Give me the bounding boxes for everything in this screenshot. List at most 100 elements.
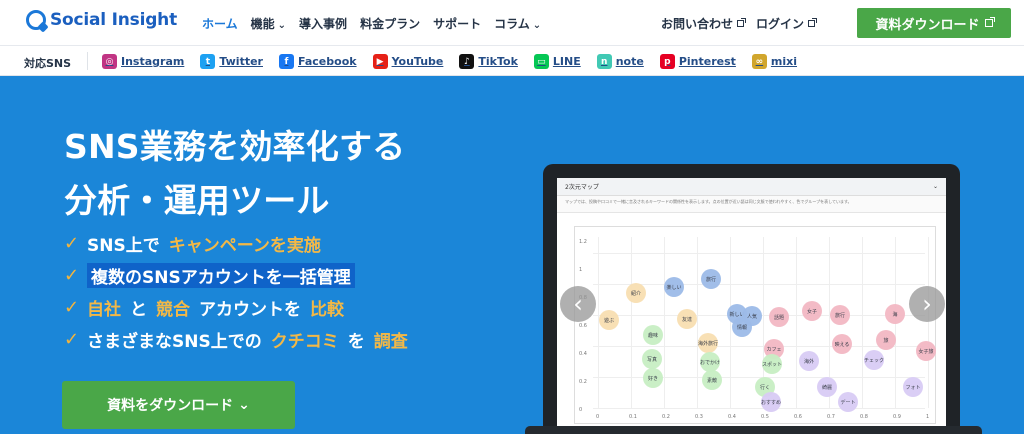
map-keyword-bubble[interactable]: 楽しい [664,277,684,297]
map-keyword-bubble[interactable]: 遊ぶ [599,310,619,330]
x-tick-label: 0.4 [728,414,736,420]
check-icon: ✓ [64,296,80,318]
check-icon: ✓ [64,328,80,350]
grid-line [593,253,925,254]
feature-text: アカウントを [199,299,301,320]
map-keyword-bubble[interactable]: 旅 [876,330,896,350]
sns-link-line[interactable]: ▭ LINE [533,54,581,69]
instagram-icon: ◎ [102,54,117,69]
y-tick-label: 0 [579,407,583,413]
map-keyword-bubble[interactable]: 旅行 [701,269,721,289]
check-icon: ✓ [64,264,80,286]
login-link[interactable]: ログイン [756,15,817,32]
grid-line [593,346,925,347]
line-icon: ▭ [533,54,549,69]
feature-text: を [347,331,365,352]
pinterest-icon: p [659,54,675,69]
social-insight-logo[interactable]: Social Insight [26,10,177,30]
nav-column[interactable]: コラム ⌄ [494,15,541,32]
carousel-next-button[interactable]: › [909,286,945,322]
youtube-icon: ▶ [372,54,388,69]
map-keyword-bubble[interactable]: 綺麗 [817,377,837,397]
sns-link-tiktok[interactable]: ♪ TikTok [459,54,518,69]
social-insight-logo-icon [26,10,46,30]
map-keyword-bubble[interactable]: 趣味 [643,325,663,345]
grid-line [928,237,929,408]
sns-link-youtube[interactable]: ▶ YouTube [372,54,443,69]
map-keyword-bubble[interactable]: 友達 [677,309,697,329]
chevron-down-icon: ⌄ [277,20,287,31]
sns-link-note[interactable]: n note [596,54,644,69]
y-tick-label: 1 [579,267,583,273]
external-link-icon [984,17,995,27]
map-keyword-bubble[interactable]: チェック [864,350,884,370]
sns-link-instagram[interactable]: ◎ Instagram [102,54,184,69]
supported-sns-bar: 対応SNS ◎ Instagram t Twitter f Facebook ▶ YouTub… [0,46,1024,76]
nav-pricing[interactable]: 料金プラン [360,15,420,32]
y-tick-label: 0.4 [579,351,587,357]
x-tick-label: 0.3 [695,414,703,420]
download-button[interactable]: 資料をダウンロード ⌄ [62,381,295,429]
map-keyword-bubble[interactable]: 女子旅 [916,341,936,361]
download-materials-button[interactable]: 資料ダウンロード [857,8,1011,38]
sns-link-facebook[interactable]: f Facebook [278,54,357,69]
x-tick-label: 0.7 [827,414,835,420]
mixi-icon: ∞ [751,54,767,69]
map-keyword-bubble[interactable]: 好き [643,368,663,388]
nav-home[interactable]: ホーム [202,15,238,32]
main-navigation: ホーム 機能 ⌄ 導入事例 料金プラン サポート コラム ⌄ [202,15,541,32]
sns-label: LINE [552,55,581,68]
map-keyword-bubble[interactable]: 素敵 [702,370,722,390]
x-tick-label: 0.9 [893,414,901,420]
map-keyword-bubble[interactable]: 話題 [769,307,789,327]
nav-features[interactable]: 機能 ⌄ [251,15,286,32]
chevron-down-icon: ⌄ [532,20,542,31]
contact-link[interactable]: お問い合わせ [661,15,746,32]
sns-label: Pinterest [678,55,736,68]
y-tick-label: 0.2 [579,379,587,385]
external-link-icon [736,17,746,27]
feature-text: 調査 [373,331,408,352]
sns-link-pinterest[interactable]: p Pinterest [659,54,736,69]
map-keyword-bubble[interactable]: 紹介 [626,283,646,303]
sns-label: note [615,55,644,68]
map-keyword-bubble[interactable]: 海 [885,304,905,324]
chevron-down-icon: ⌄ [238,397,250,413]
grid-line [796,237,797,408]
sns-link-mixi[interactable]: ∞ mixi [751,54,797,69]
map-keyword-bubble[interactable]: 旅行 [830,305,850,325]
x-tick-label: 0.5 [761,414,769,420]
nav-support[interactable]: サポート [433,15,481,32]
feature-item: ✓ SNS上で キャンペーンを実施 [64,232,408,256]
hero-headline: SNS業務を効率化する 分析・運用ツール [64,127,406,220]
grid-line [664,237,665,408]
map-keyword-bubble[interactable]: おでかけ [700,352,720,372]
nav-case-studies[interactable]: 導入事例 [299,15,347,32]
tiktok-icon: ♪ [459,54,475,69]
map-keyword-bubble[interactable]: 海外旅行 [698,333,718,353]
map-keyword-bubble[interactable]: 映える [832,334,852,354]
feature-item: ✓ 自社と競合 アカウントを 比較 [64,296,408,320]
dashboard-preview: 2次元マップ ⌄ マップでは、投稿や口コミで一緒に言及されるキーワードの関係性を表… [557,178,946,433]
map-keyword-bubble[interactable]: 写真 [642,349,662,369]
feature-item: ✓ さまざまなSNS上での クチコミを調査 [64,328,408,352]
map-keyword-bubble[interactable]: 人気 [742,306,762,326]
map-keyword-bubble[interactable]: フォト [903,377,923,397]
map-keyword-bubble[interactable]: デート [838,392,858,412]
grid-line [862,237,863,408]
preview-description: マップでは、投稿や口コミで一緒に言及されるキーワードの関係性を表示します。点の位… [557,196,946,213]
map-keyword-bubble[interactable]: おすすめ [761,392,781,412]
chevron-down-icon: ⌄ [932,183,938,190]
sns-label: Instagram [121,55,185,68]
x-tick-label: 0.2 [662,414,670,420]
laptop-base [525,426,982,434]
carousel-prev-button[interactable]: ‹ [560,286,596,322]
map-keyword-bubble[interactable]: 女子 [802,301,822,321]
map-keyword-bubble[interactable]: 海外 [799,351,819,371]
grid-line [631,237,632,408]
sns-link-twitter[interactable]: t Twitter [200,54,263,69]
divider [87,52,88,70]
feature-item: ✓ 複数のSNSアカウントを一括管理 [64,262,408,288]
y-tick-label: 0.6 [579,323,587,329]
map-keyword-bubble[interactable]: スポット [762,354,782,374]
